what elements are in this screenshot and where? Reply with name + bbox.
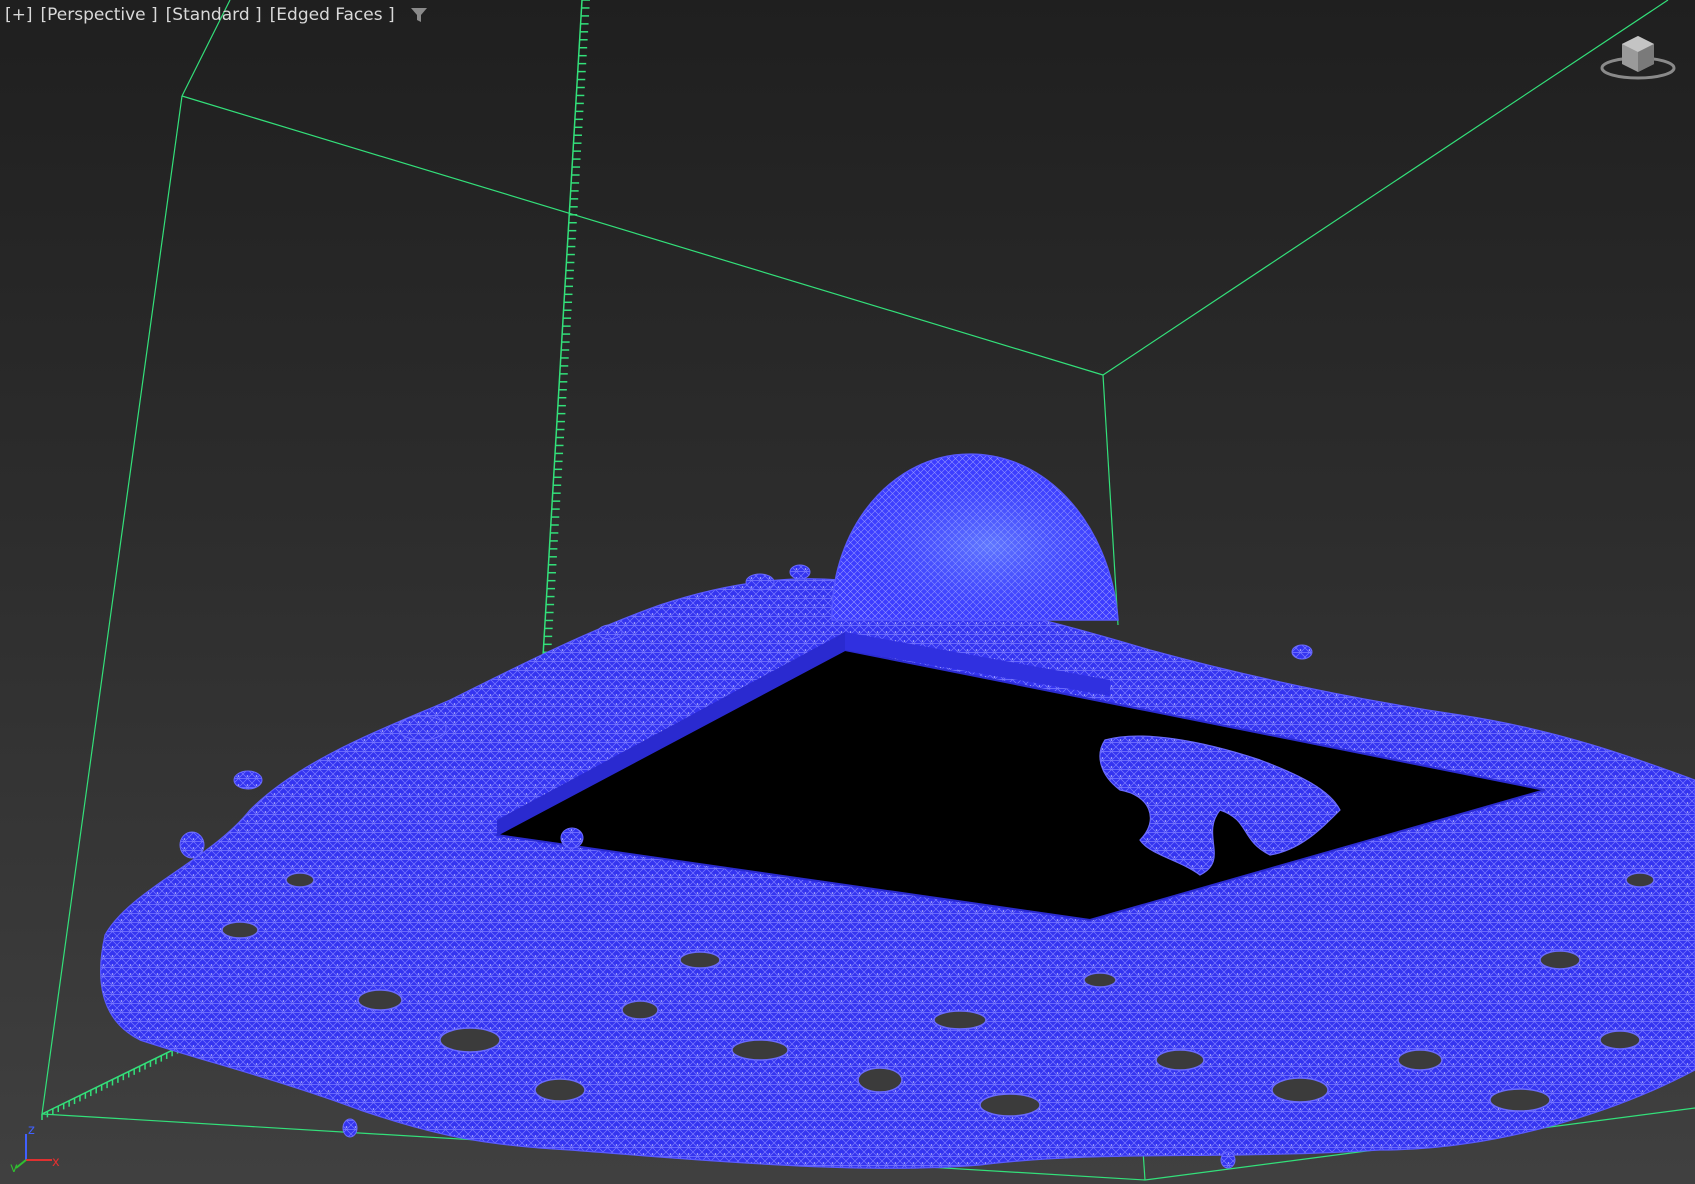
axis-x-label: x <box>52 1155 60 1170</box>
viewcube-icon[interactable] <box>1598 30 1682 86</box>
point-of-view-menu[interactable]: [Perspective ] <box>40 5 159 25</box>
shading-standard-menu[interactable]: [Standard ] <box>165 5 263 25</box>
plus-menu-button[interactable]: [+] <box>4 5 34 25</box>
fluid-mesh <box>100 453 1695 1169</box>
shading-edged-faces-menu[interactable]: [Edged Faces ] <box>269 5 396 25</box>
scene-canvas[interactable] <box>0 0 1695 1184</box>
perspective-viewport[interactable]: [+] [Perspective ] [Standard ] [Edged Fa… <box>0 0 1695 1184</box>
axis-y-label: y <box>10 1161 18 1172</box>
filter-funnel-icon[interactable] <box>410 6 428 24</box>
viewport-label-menu: [+] [Perspective ] [Standard ] [Edged Fa… <box>4 5 428 25</box>
axis-z-label: z <box>28 1123 35 1138</box>
axis-tripod-icon: z x y <box>10 1123 60 1172</box>
